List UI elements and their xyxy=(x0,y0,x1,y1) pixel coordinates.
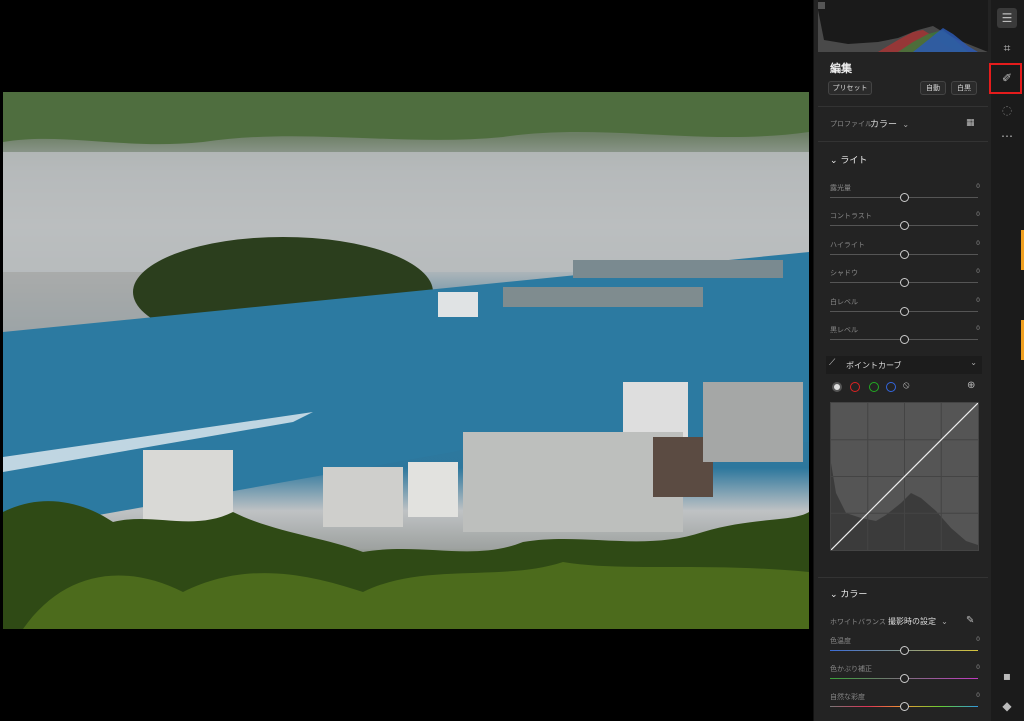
white-balance-value: 撮影時の設定 xyxy=(888,617,936,626)
slider-value: 0 xyxy=(976,183,980,190)
blacks-slider[interactable]: 黒レベル 0 xyxy=(830,325,980,351)
temperature-slider[interactable]: 色温度 0 xyxy=(830,636,980,662)
chevron-down-icon: ⌄ xyxy=(899,120,910,129)
profile-dropdown[interactable]: カラー ⌄ xyxy=(870,117,909,130)
slider-label: 色かぶり補正 xyxy=(830,665,872,673)
slider-value: 0 xyxy=(976,636,980,643)
chevron-down-icon: ⌄ xyxy=(830,590,841,600)
photo-preview[interactable] xyxy=(3,92,809,629)
profile-browser-icon[interactable]: ▦ xyxy=(966,118,975,128)
profile-value: カラー xyxy=(870,120,898,130)
divider xyxy=(818,577,988,578)
slider-label: 色温度 xyxy=(830,637,851,645)
white-balance-dropdown[interactable]: 撮影時の設定 ⌄ xyxy=(888,616,948,627)
edit-panel: 編集 プリセット 自動 白黒 プロファイル カラー ⌄ ▦ ⌄ ライト 露光量 … xyxy=(813,0,991,721)
edit-sliders-icon[interactable]: ☰ xyxy=(997,8,1017,28)
shadows-slider[interactable]: シャドウ 0 xyxy=(830,268,980,294)
right-toolbar: ☰ ⌗ ✐ ◌ ⋯ ▪ ◆ xyxy=(991,0,1024,721)
highlights-slider[interactable]: ハイライト 0 xyxy=(830,240,980,266)
slider-knob[interactable] xyxy=(900,307,909,316)
slider-knob[interactable] xyxy=(900,193,909,202)
preset-button[interactable]: プリセット xyxy=(828,81,872,95)
slider-value: 0 xyxy=(976,240,980,247)
slider-value: 0 xyxy=(976,297,980,304)
color-section-header[interactable]: ⌄ カラー xyxy=(830,587,867,600)
slider-knob[interactable] xyxy=(900,674,909,683)
red-channel-button[interactable] xyxy=(850,382,860,392)
point-curve-header[interactable]: ⟋ ポイントカーブ ⌄ xyxy=(826,356,982,374)
light-section-label: ライト xyxy=(840,156,868,166)
slider-knob[interactable] xyxy=(900,250,909,259)
healing-brush-highlight xyxy=(989,63,1022,94)
slider-value: 0 xyxy=(976,268,980,275)
crop-icon[interactable]: ⌗ xyxy=(997,38,1017,58)
tag-icon[interactable]: ◆ xyxy=(997,696,1017,716)
rgb-channel-button[interactable] xyxy=(832,382,842,392)
chevron-down-icon: ⌄ xyxy=(830,156,841,166)
divider xyxy=(818,141,988,142)
slider-label: 自然な彩度 xyxy=(830,693,865,701)
masking-icon[interactable]: ◌ xyxy=(997,100,1017,120)
clipping-shadow-toggle[interactable] xyxy=(818,2,825,9)
slider-label: ハイライト xyxy=(830,241,865,249)
light-section-header[interactable]: ⌄ ライト xyxy=(830,153,867,166)
point-curve-label: ポイントカーブ xyxy=(846,361,902,370)
blue-channel-button[interactable] xyxy=(886,382,896,392)
vibrance-slider[interactable]: 自然な彩度 0 xyxy=(830,692,980,718)
slider-label: 黒レベル xyxy=(830,326,858,334)
auto-button[interactable]: 自動 xyxy=(920,81,946,95)
slider-value: 0 xyxy=(976,325,980,332)
slider-label: 露光量 xyxy=(830,184,851,192)
contrast-slider[interactable]: コントラスト 0 xyxy=(830,211,980,237)
slider-knob[interactable] xyxy=(900,702,909,711)
slider-label: 白レベル xyxy=(830,298,858,306)
comment-icon[interactable]: ▪ xyxy=(997,666,1017,686)
chevron-down-icon: ⌄ xyxy=(938,617,948,626)
bw-button[interactable]: 白黒 xyxy=(951,81,977,95)
target-adjust-icon[interactable]: ⊕ xyxy=(967,380,975,391)
slider-knob[interactable] xyxy=(900,221,909,230)
whites-slider[interactable]: 白レベル 0 xyxy=(830,297,980,323)
slider-value: 0 xyxy=(976,664,980,671)
green-channel-button[interactable] xyxy=(869,382,879,392)
slider-value: 0 xyxy=(976,692,980,699)
parametric-curve-icon[interactable]: ⦸ xyxy=(903,380,910,391)
preset-label: プリセット xyxy=(832,84,868,92)
histogram xyxy=(818,0,988,52)
slider-label: コントラスト xyxy=(830,212,872,220)
divider xyxy=(818,106,988,107)
curve-icon: ⟋ xyxy=(829,358,836,368)
exposure-slider[interactable]: 露光量 0 xyxy=(830,183,980,209)
more-icon[interactable]: ⋯ xyxy=(997,126,1017,146)
slider-knob[interactable] xyxy=(900,278,909,287)
chevron-down-icon[interactable]: ⌄ xyxy=(970,358,977,367)
slider-knob[interactable] xyxy=(900,335,909,344)
tint-slider[interactable]: 色かぶり補正 0 xyxy=(830,664,980,690)
profile-label: プロファイル xyxy=(830,120,872,128)
tone-curve-graph[interactable] xyxy=(830,402,979,551)
eyedropper-icon[interactable]: ✎ xyxy=(966,615,974,626)
white-balance-label: ホワイトバランス xyxy=(830,618,886,626)
slider-knob[interactable] xyxy=(900,646,909,655)
slider-label: シャドウ xyxy=(830,269,858,277)
slider-value: 0 xyxy=(976,211,980,218)
color-section-label: カラー xyxy=(840,590,868,600)
photo-canvas-area xyxy=(0,0,813,721)
panel-title: 編集 xyxy=(830,62,852,75)
